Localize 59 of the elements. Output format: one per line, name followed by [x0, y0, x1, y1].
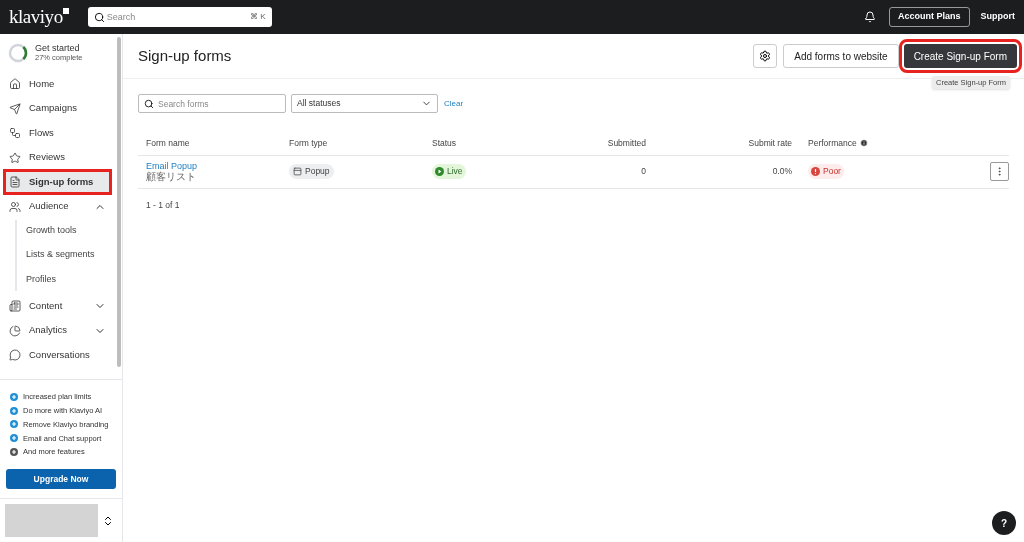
status-dropdown[interactable]: All statuses — [291, 94, 438, 113]
column-header: Status — [432, 136, 457, 150]
settings-button[interactable] — [753, 44, 778, 68]
sidebar-item[interactable]: Home — [5, 73, 110, 95]
sidebar-item[interactable]: Content — [5, 295, 110, 317]
sidebar-item[interactable]: Sign-up forms — [5, 171, 110, 193]
clear-link[interactable]: Clear — [444, 97, 464, 110]
account-plans-button[interactable]: Account Plans — [889, 7, 970, 27]
sidebar-subitem[interactable]: Lists & segments — [17, 244, 117, 266]
type-badge: Popup — [289, 163, 334, 179]
sidebar-item[interactable]: Audience — [5, 195, 110, 218]
list-name: 顧客リスト — [146, 171, 197, 182]
scrollbar[interactable] — [117, 37, 121, 367]
search-forms-field[interactable]: Search forms — [138, 94, 286, 113]
flow-icon — [9, 127, 21, 139]
upgrade-button[interactable]: Upgrade Now — [6, 469, 116, 489]
star-icon — [9, 151, 21, 164]
performance-badge: Poor — [808, 163, 844, 179]
support-link[interactable]: Support — [980, 10, 1015, 24]
house-icon — [9, 78, 21, 90]
column-header: Submit rate — [748, 136, 792, 150]
submit-rate: 0.0% — [772, 166, 792, 177]
help-button[interactable]: ? — [992, 511, 1016, 535]
column-header: Form name — [146, 136, 190, 150]
pie-chart-icon — [9, 324, 21, 337]
info-icon — [859, 139, 868, 148]
search-icon — [93, 11, 105, 23]
send-icon — [9, 102, 21, 115]
sidebar-item[interactable]: Reviews — [5, 146, 110, 169]
sidebar-item[interactable]: Conversations — [5, 344, 110, 366]
column-header: Performance — [808, 136, 857, 150]
add-forms-button[interactable]: Add forms to website — [783, 44, 899, 68]
form-name-link[interactable]: Email Popup — [146, 161, 198, 171]
submitted-count: 0 — [641, 166, 646, 177]
sidebar-item[interactable]: Analytics — [5, 319, 110, 342]
status-badge: Live — [432, 163, 466, 179]
search-icon — [144, 98, 154, 109]
column-header: Form type — [289, 136, 328, 150]
newspaper-icon — [9, 300, 21, 312]
people-icon — [9, 200, 21, 213]
page-title: Sign-up forms — [138, 45, 233, 66]
column-header: Submitted — [607, 136, 646, 150]
bell-icon[interactable] — [864, 11, 876, 23]
gear-icon — [759, 50, 772, 62]
chevrons-icon[interactable] — [102, 514, 114, 527]
play-icon — [435, 166, 444, 176]
more-button[interactable] — [990, 162, 1009, 181]
document-icon — [9, 176, 21, 188]
sidebar-subitem[interactable]: Growth tools — [17, 219, 117, 242]
logo[interactable]: klaviyo — [9, 2, 63, 32]
chat-icon — [9, 349, 21, 361]
pagination-text: 1 - 1 of 1 — [146, 198, 181, 212]
sidebar-item[interactable]: Flows — [5, 122, 110, 144]
sidebar-subitem[interactable]: Profiles — [17, 268, 117, 291]
shortcut-hint: ⌘ K — [250, 12, 266, 22]
popup-icon — [293, 166, 302, 176]
get-started-title[interactable]: Get started — [35, 43, 83, 53]
sidebar-item[interactable]: Campaigns — [5, 97, 110, 120]
alert-icon — [811, 166, 820, 176]
